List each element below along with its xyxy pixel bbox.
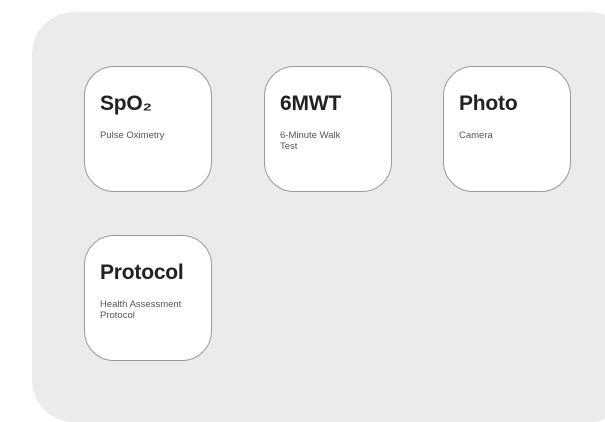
tile-title: 6MWT bbox=[280, 92, 342, 115]
tile-subtitle: Health Assessment Protocol bbox=[100, 299, 182, 321]
tile-title: SpO₂ bbox=[100, 92, 152, 115]
tile-title: Protocol bbox=[100, 261, 184, 284]
protocol-tile[interactable]: Protocol Health Assessment Protocol bbox=[84, 235, 212, 361]
photo-tile[interactable]: Photo Camera bbox=[443, 66, 571, 192]
tile-subtitle: Camera bbox=[459, 130, 493, 141]
spo2-tile[interactable]: SpO₂ Pulse Oximetry bbox=[84, 66, 212, 192]
tile-title: Photo bbox=[459, 92, 518, 115]
tile-subtitle: Pulse Oximetry bbox=[100, 130, 165, 141]
six-minute-walk-test-tile[interactable]: 6MWT 6-Minute Walk Test bbox=[264, 66, 392, 192]
tile-subtitle: 6-Minute Walk Test bbox=[280, 130, 341, 152]
